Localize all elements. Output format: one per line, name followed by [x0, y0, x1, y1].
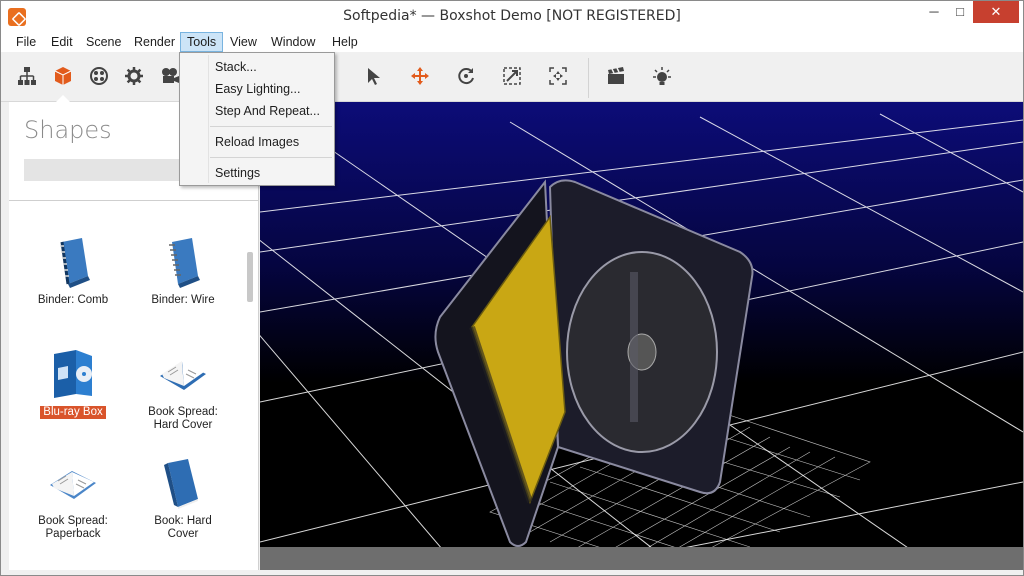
shapes-cube-icon[interactable] — [51, 64, 75, 88]
shape-book-hard-cover[interactable]: Book: Hard Cover — [128, 457, 238, 541]
shape-binder-wire[interactable]: Binder: Wire — [128, 236, 238, 307]
light-icon[interactable] — [650, 64, 674, 88]
toolbar — [1, 52, 1023, 102]
tools-dropdown-menu: Stack... Easy Lighting... Step And Repea… — [179, 52, 335, 186]
panel-title: Shapes — [24, 116, 112, 144]
viewport-scene — [260, 102, 1023, 570]
menu-view[interactable]: View — [224, 32, 263, 52]
shape-label: Binder: Comb — [37, 294, 109, 306]
select-arrow-icon[interactable] — [362, 64, 386, 88]
maximize-button[interactable]: □ — [947, 1, 973, 23]
hierarchy-icon[interactable] — [15, 64, 39, 88]
toolbar-separator — [588, 58, 589, 98]
menu-item-reload-images[interactable]: Reload Images — [215, 135, 299, 149]
menu-item-stack[interactable]: Stack... — [215, 60, 257, 74]
shape-label: Blu-ray Box — [40, 406, 106, 419]
rotate-icon[interactable] — [454, 64, 478, 88]
shape-book-spread-hard-cover[interactable]: Book Spread: Hard Cover — [128, 348, 238, 432]
menu-edit[interactable]: Edit — [45, 32, 79, 52]
active-tab-indicator — [56, 95, 70, 102]
render-clapper-icon[interactable] — [604, 64, 628, 88]
shape-label: Book Spread: Hard Cover — [148, 406, 218, 431]
book-spread-hard-icon — [160, 361, 206, 390]
menu-window[interactable]: Window — [265, 32, 321, 52]
bluray-box-icon — [54, 350, 92, 398]
menu-bar: File Edit Scene Render Tools View Window… — [1, 32, 1023, 52]
binder-wire-icon — [169, 238, 200, 288]
scale-icon[interactable] — [500, 64, 524, 88]
menu-help[interactable]: Help — [326, 32, 364, 52]
menu-render[interactable]: Render — [128, 32, 181, 52]
3d-viewport[interactable] — [260, 102, 1023, 570]
shape-bluray-box[interactable]: Blu-ray Box — [18, 348, 128, 419]
menu-item-step-and-repeat[interactable]: Step And Repeat... — [215, 104, 320, 118]
menu-tools[interactable]: Tools — [180, 32, 224, 52]
fit-view-icon[interactable] — [546, 64, 570, 88]
binder-comb-icon — [60, 238, 90, 288]
shape-label: Binder: Wire — [151, 294, 215, 306]
menu-file[interactable]: File — [10, 32, 42, 52]
shape-binder-comb[interactable]: Binder: Comb — [18, 236, 128, 307]
menu-gutter — [208, 55, 209, 183]
shape-book-spread-paperback[interactable]: Book Spread: Paperback — [18, 457, 128, 541]
settings-gear-icon[interactable] — [122, 64, 146, 88]
book-spread-paperback-icon — [50, 471, 96, 499]
window-title: Softpedia* — Boxshot Demo [NOT REGISTERE… — [343, 8, 681, 24]
close-button[interactable]: ✕ — [973, 1, 1019, 23]
menu-item-settings[interactable]: Settings — [215, 166, 260, 180]
book-hard-cover-icon — [164, 459, 198, 509]
menu-separator — [210, 157, 332, 158]
app-window: Softpedia* — Boxshot Demo [NOT REGISTERE… — [0, 0, 1024, 576]
panel-divider — [9, 200, 259, 201]
minimize-button[interactable]: ─ — [921, 1, 947, 23]
title-bar: Softpedia* — Boxshot Demo [NOT REGISTERE… — [1, 1, 1023, 32]
menu-item-easy-lighting[interactable]: Easy Lighting... — [215, 82, 300, 96]
shapes-scrollbar[interactable] — [247, 252, 253, 302]
shape-label: Book: Hard Cover — [154, 515, 212, 540]
menu-scene[interactable]: Scene — [80, 32, 127, 52]
materials-icon[interactable] — [87, 64, 111, 88]
shape-label: Book Spread: Paperback — [38, 515, 108, 540]
menu-separator — [210, 126, 332, 127]
move-icon[interactable] — [408, 64, 432, 88]
